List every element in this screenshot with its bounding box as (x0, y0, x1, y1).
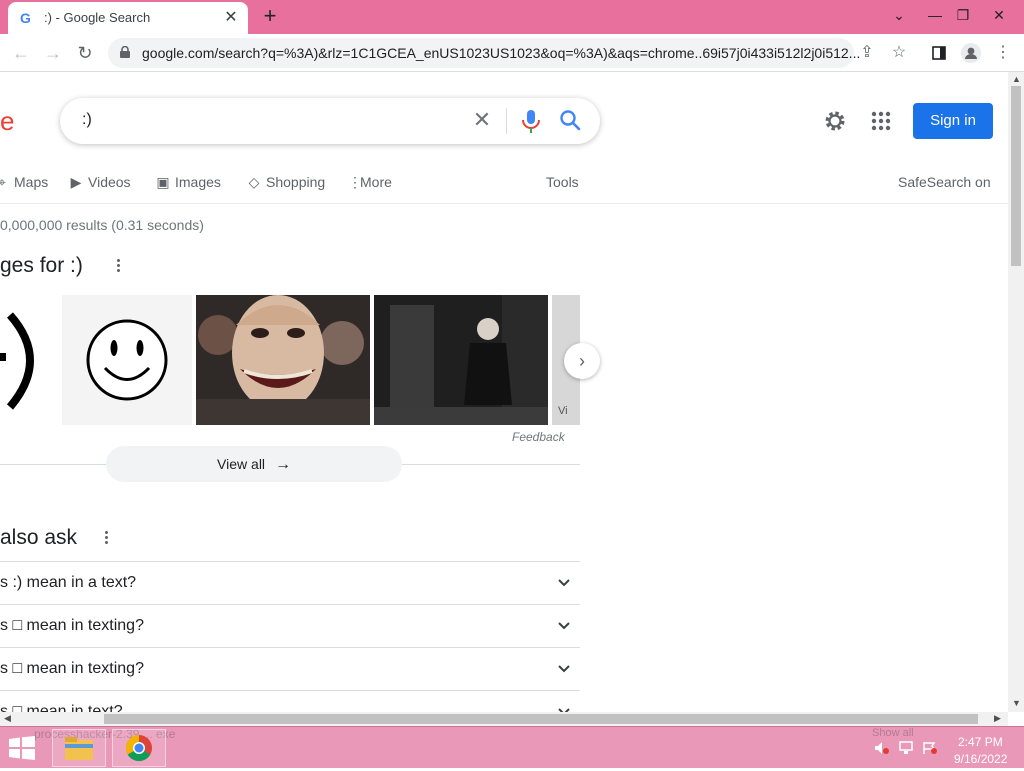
clear-search-icon[interactable]: ✕ (470, 108, 494, 132)
close-tab-icon[interactable]: ✕ (222, 9, 240, 27)
image-thumb-1[interactable] (0, 295, 58, 425)
restore-icon[interactable]: ❐ (948, 2, 978, 28)
paa-question-text: s □ mean in text? (0, 703, 123, 712)
chevron-down-icon (558, 665, 570, 673)
volume-muted-icon[interactable] (874, 741, 890, 755)
chrome-icon (125, 734, 152, 762)
reload-icon[interactable]: ↻ (72, 40, 98, 66)
images-next-arrow-icon[interactable]: › (564, 343, 600, 379)
taskbar: processhacker-2.39 ... exe Show all 2:47… (0, 726, 1024, 768)
network-icon[interactable] (898, 741, 914, 755)
image-results-row: Vi (0, 295, 580, 425)
voice-search-icon[interactable] (520, 108, 542, 134)
image-thumb-5-label: Vi (558, 405, 568, 417)
chevron-down-icon (558, 579, 570, 587)
vertical-scrollbar[interactable]: ▲ ▼ (1008, 72, 1024, 712)
address-bar[interactable]: google.com/search?q=%3A)&rlz=1C1GCEA_enU… (108, 38, 860, 68)
url-text: google.com/search?q=%3A)&rlz=1C1GCEA_enU… (142, 45, 861, 61)
paa-question-text: s □ mean in texting? (0, 617, 144, 634)
chevron-down-icon (558, 622, 570, 630)
people-also-ask-heading: also ask (0, 526, 78, 549)
arrow-right-icon: → (274, 456, 291, 473)
google-favicon-icon: G (20, 10, 31, 26)
image-icon: ▣ (156, 174, 170, 190)
more-kebab-icon: ⋮ (348, 174, 362, 190)
tab-maps[interactable]: ⌖ Maps (0, 174, 48, 191)
google-apps-icon[interactable] (868, 108, 894, 134)
scroll-right-icon[interactable]: ▶ (994, 713, 1001, 724)
search-input[interactable]: :) (82, 111, 92, 129)
google-logo[interactable]: e (0, 106, 14, 137)
settings-gear-icon[interactable] (822, 108, 848, 134)
feedback-link[interactable]: Feedback (512, 430, 565, 444)
image-thumb-3[interactable] (196, 295, 370, 425)
tab-videos-label: Videos (88, 174, 131, 190)
tab-images[interactable]: ▣ Images (155, 174, 221, 191)
paa-options-icon[interactable] (103, 530, 109, 546)
play-video-icon: ▶ (70, 174, 82, 190)
tab-shopping-label: Shopping (266, 174, 326, 190)
result-stats: 0,000,000 results (0.31 seconds) (0, 217, 204, 233)
image-thumb-2[interactable] (62, 295, 192, 425)
view-all-label: View all (217, 456, 266, 472)
folder-icon (65, 737, 93, 760)
vertical-scroll-thumb[interactable] (1011, 86, 1021, 266)
tab-more-label: More (360, 174, 392, 190)
paa-question[interactable]: s □ mean in texting? (0, 647, 580, 690)
scroll-left-icon[interactable]: ◀ (4, 713, 11, 724)
new-tab-icon[interactable]: + (258, 4, 282, 28)
sign-in-button[interactable]: Sign in (913, 103, 993, 139)
profile-avatar-icon[interactable] (958, 40, 984, 66)
scroll-down-icon[interactable]: ▼ (1012, 698, 1021, 708)
forward-icon[interactable]: → (40, 40, 66, 66)
images-section-heading: ges for :) (0, 254, 83, 277)
chevron-down-icon (558, 708, 570, 712)
share-icon[interactable]: ⇪ (854, 40, 880, 66)
tools-button[interactable]: Tools (546, 174, 579, 190)
page-content: e :) ✕ Sign in ⌖ Maps ▶ Videos ▣ Images ◇ Sh… (0, 72, 1008, 712)
search-icon[interactable] (558, 108, 582, 132)
bookmark-star-icon[interactable]: ☆ (886, 40, 912, 66)
paa-question-text: s :) mean in a text? (0, 574, 137, 591)
clock-date[interactable]: 9/16/2022 (954, 752, 1007, 766)
tab-strip: G :) - Google Search ✕ + ⌄ — ❐ ✕ (0, 0, 1024, 34)
windows-start-icon[interactable] (8, 736, 36, 760)
side-panel-icon[interactable] (926, 40, 952, 66)
view-all-button[interactable]: View all → (106, 446, 402, 482)
chrome-taskbar-button[interactable] (112, 729, 166, 767)
paa-question[interactable]: s □ mean in text? (0, 690, 580, 712)
tab-videos[interactable]: ▶ Videos (68, 174, 131, 191)
scroll-up-icon[interactable]: ▲ (1012, 74, 1021, 84)
paa-question-text: s □ mean in texting? (0, 660, 144, 677)
show-all-downloads-ghost: Show all (872, 727, 914, 739)
action-center-flag-icon[interactable] (922, 741, 938, 755)
tab-title: :) - Google Search (44, 10, 151, 25)
images-options-icon[interactable] (115, 258, 121, 274)
lock-icon (120, 46, 130, 58)
minimize-icon[interactable]: — (920, 2, 950, 28)
close-window-icon[interactable]: ✕ (984, 2, 1014, 28)
search-nav-tabs: ⌖ Maps ▶ Videos ▣ Images ◇ Shopping ⋮More To… (0, 170, 1008, 204)
image-thumb-4[interactable] (374, 295, 548, 425)
tab-maps-label: Maps (14, 174, 49, 190)
tab-active[interactable]: G :) - Google Search ✕ (8, 2, 248, 34)
paa-question[interactable]: s :) mean in a text? (0, 561, 580, 604)
clock-time[interactable]: 2:47 PM (958, 735, 1003, 749)
tag-icon: ◇ (248, 174, 260, 190)
menu-kebab-icon[interactable]: ⋮ (990, 40, 1016, 66)
safesearch-toggle[interactable]: SafeSearch on (898, 174, 991, 190)
back-icon[interactable]: ← (8, 40, 34, 66)
search-box[interactable]: :) ✕ (60, 98, 600, 144)
map-pin-icon: ⌖ (0, 174, 6, 190)
file-explorer-taskbar-button[interactable] (52, 729, 106, 767)
browser-toolbar: ← → ↻ google.com/search?q=%3A)&rlz=1C1GC… (0, 34, 1024, 72)
horizontal-scrollbar[interactable]: ◀ ▶ (0, 712, 1008, 726)
tab-more[interactable]: ⋮More (348, 174, 392, 191)
tab-search-chevron-icon[interactable]: ⌄ (884, 2, 914, 28)
tab-images-label: Images (175, 174, 221, 190)
paa-question[interactable]: s □ mean in texting? (0, 604, 580, 647)
tab-shopping[interactable]: ◇ Shopping (246, 174, 326, 191)
search-divider (506, 108, 507, 134)
horizontal-scroll-thumb[interactable] (104, 714, 978, 724)
